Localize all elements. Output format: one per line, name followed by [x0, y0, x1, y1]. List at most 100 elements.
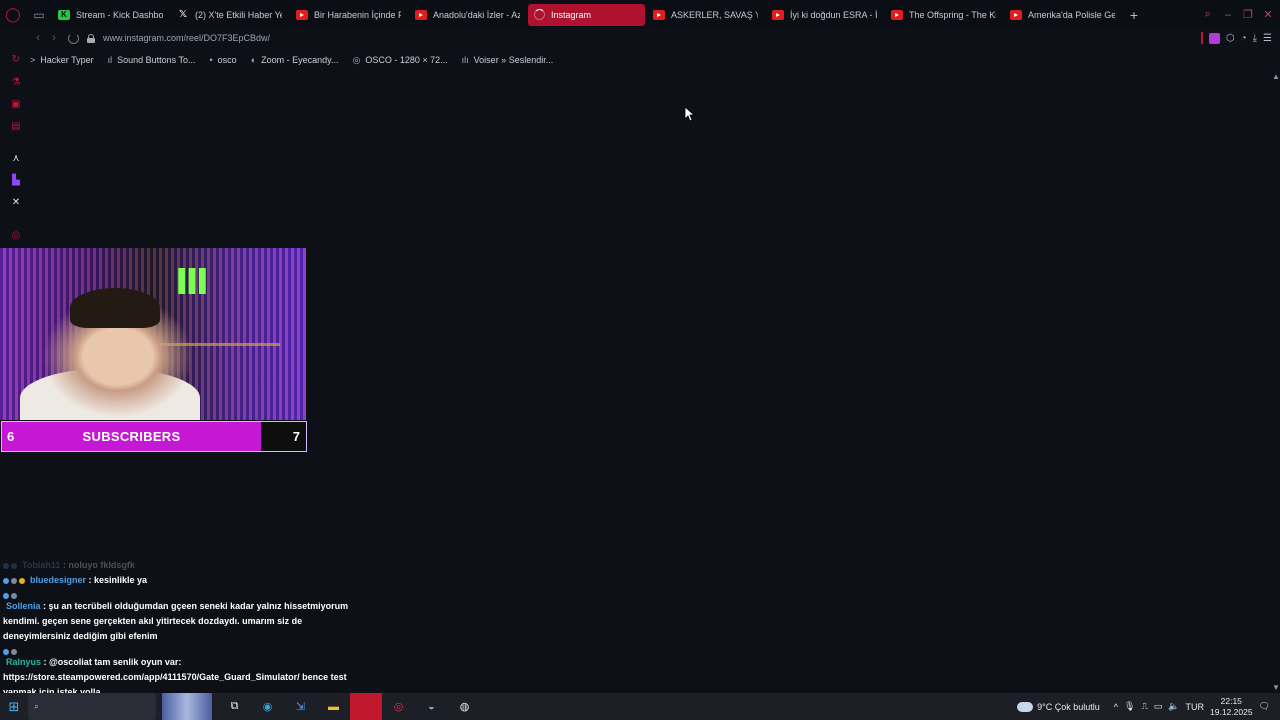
network-icon[interactable]: ▭: [1154, 701, 1163, 712]
browser-tab[interactable]: 𝕏 (2) X'te Etkili Haber Yen...: [171, 4, 288, 26]
weather-widget[interactable]: 9°C Çok bulutlu: [1014, 698, 1100, 712]
tab-label: İyi ki doğdun ESRA - İsm...: [790, 9, 877, 20]
bookmark-label: OSCO - 1280 × 72...: [365, 55, 448, 65]
bookmark-label: Hacker Typer: [40, 55, 94, 65]
scroll-up-icon[interactable]: ▲: [1272, 72, 1280, 81]
chat-overlay: Tobiah11 : noluyo fkldsgfk bluedesigner :…: [3, 558, 363, 715]
tabs-icon[interactable]: ▤: [8, 120, 24, 134]
minimize-button[interactable]: –: [1220, 9, 1236, 21]
tab-label: Bir Harabenin İçinde Fili...: [314, 9, 401, 20]
messenger-icon[interactable]: ▣: [8, 98, 24, 112]
download-icon[interactable]: ⤓: [1253, 33, 1257, 44]
bookmark-item[interactable]: ◎ OSCO - 1280 × 72...: [353, 55, 448, 66]
opera-menu-icon[interactable]: ◯: [0, 0, 26, 29]
chat-username: Ralnyus: [6, 657, 42, 667]
app-icon[interactable]: ⇲: [284, 693, 317, 720]
bookmark-icon: >: [30, 55, 36, 65]
notifications-icon[interactable]: 🗨: [1259, 701, 1270, 712]
bookmark-item[interactable]: > Hacker Typer: [30, 55, 94, 65]
tab-label: ASKERLER, SAVAŞ YEM...: [671, 9, 758, 20]
url-field[interactable]: www.instagram.com/reel/DO7F3EpCBdw/: [103, 33, 270, 43]
volume-icon[interactable]: 🔈: [1168, 701, 1179, 712]
x-icon: 𝕏: [178, 9, 188, 20]
taskbar-thumbnail[interactable]: [162, 693, 212, 720]
profile-icon[interactable]: ◔: [1241, 33, 1247, 44]
history-icon[interactable]: ◎: [8, 229, 24, 243]
file-explorer-icon[interactable]: ▬: [317, 693, 350, 720]
browser-tab[interactable]: ASKERLER, SAVAŞ YEM...: [647, 4, 764, 26]
lock-icon[interactable]: [87, 33, 95, 43]
browser-tab[interactable]: Anadolu'daki İzler - Azı...: [409, 4, 526, 26]
workspaces-icon[interactable]: ▭: [26, 0, 52, 29]
browser-tab[interactable]: Bir Harabenin İçinde Fili...: [290, 4, 407, 26]
back-button[interactable]: ‹: [30, 32, 46, 44]
browser-tab[interactable]: Amerika'da Polisle Gece...: [1004, 4, 1121, 26]
mic-icon[interactable]: 🎙: [1124, 701, 1135, 712]
chat-message: Tobiah11 : noluyo fkldsgfk: [3, 558, 363, 573]
divider: [1200, 32, 1203, 44]
forward-button[interactable]: ›: [46, 32, 62, 44]
taskbar: ⊞ ⌕ ⧉ ◉ ⇲ ▬ ◎ ◒ ◍ 9°C Çok bulutlu ^ 🎙 ⎍ …: [0, 693, 1280, 720]
date: 19.12.2025: [1210, 706, 1253, 717]
badge-icon: [3, 578, 9, 584]
time: 22:15: [1220, 695, 1242, 706]
aria-icon[interactable]: ⚗: [8, 76, 24, 90]
clock[interactable]: 22:15 19.12.2025: [1210, 696, 1253, 718]
close-button[interactable]: ✕: [1260, 8, 1276, 21]
tab-strip: ◯ ▭ K Stream - Kick Dashboard 𝕏 (2) X'te Et…: [0, 0, 1280, 29]
kick-icon[interactable]: ⋏: [8, 152, 24, 166]
badge-icon: [11, 563, 17, 569]
chat-message: bluedesigner : kesinlikle ya: [3, 573, 363, 588]
youtube-icon: [296, 9, 308, 20]
opera-sidebar: ↻ ⚗ ▣ ▤ ⋏ ▙ ✕ ◎: [0, 47, 30, 247]
cloud-icon: [1014, 698, 1034, 712]
browser-tab[interactable]: The Offspring - The Kid...: [885, 4, 1002, 26]
refresh-sidebar-icon[interactable]: ↻: [8, 53, 24, 67]
bookmark-item[interactable]: • osco: [210, 55, 237, 65]
browser-tab[interactable]: İyi ki doğdun ESRA - İsm...: [766, 4, 883, 26]
obs-icon[interactable]: ◍: [448, 693, 481, 720]
bookmark-icon: ıl: [107, 55, 113, 65]
monster-logo: Ⅲ: [175, 261, 210, 302]
browser-tab[interactable]: K Stream - Kick Dashboard: [52, 4, 169, 26]
scroll-down-icon[interactable]: ▼: [1272, 683, 1280, 692]
youtube-icon: [891, 9, 903, 20]
bookmark-icon: ◎: [352, 54, 361, 65]
bookmark-label: Zoom - Eyecandy...: [261, 55, 339, 65]
tab-label: Stream - Kick Dashboard: [76, 9, 163, 20]
kick-icon: K: [58, 9, 70, 20]
start-button[interactable]: ⊞: [0, 693, 28, 720]
loading-icon[interactable]: [68, 32, 79, 44]
twitch-icon[interactable]: ▙: [8, 174, 24, 188]
tab-label: Anadolu'daki İzler - Azı...: [433, 9, 520, 20]
puzzle-icon[interactable]: ⬡: [1226, 33, 1235, 44]
x-icon[interactable]: ✕: [8, 196, 24, 210]
bookmark-item[interactable]: ◐ Zoom - Eyecandy...: [251, 55, 339, 65]
bookmark-item[interactable]: ıl Sound Buttons To...: [108, 55, 196, 65]
easy-setup-icon[interactable]: ☰: [1263, 33, 1272, 44]
search-tabs-icon[interactable]: ⌕: [1200, 8, 1216, 21]
chevron-up-icon[interactable]: ^: [1114, 702, 1118, 712]
weather-text: 9°C Çok bulutlu: [1037, 701, 1100, 712]
bookmark-item[interactable]: ılı Voiser » Seslendir...: [462, 55, 554, 65]
bookmark-label: osco: [217, 55, 237, 65]
extension-icon[interactable]: [1208, 32, 1220, 44]
usb-icon[interactable]: ⎍: [1141, 701, 1147, 712]
bookmark-label: Sound Buttons To...: [117, 55, 196, 65]
maximize-button[interactable]: ❐: [1240, 8, 1256, 21]
taskbar-search[interactable]: ⌕: [28, 693, 156, 720]
edge-icon[interactable]: ◉: [251, 693, 284, 720]
scrollbar[interactable]: ▲ ▼: [1270, 72, 1280, 692]
badge-icon: [11, 578, 17, 584]
app-active-icon[interactable]: [350, 693, 382, 720]
task-view-icon[interactable]: ⧉: [218, 693, 251, 720]
chat-message: Ralnyus : @oscoliat tam senlik oyun var:…: [3, 644, 363, 700]
language-indicator[interactable]: TUR: [1186, 702, 1205, 712]
new-tab-button[interactable]: +: [1123, 7, 1145, 23]
opera-gx-icon[interactable]: ◎: [382, 693, 415, 720]
chat-message: Sollenia : şu an tecrübeli olduğumdan gç…: [3, 588, 363, 644]
browser-tab[interactable]: Instagram: [528, 3, 645, 26]
steam-icon[interactable]: ◒: [415, 693, 448, 720]
toolbar-extensions: ⬡ ◔ ⤓ ☰: [1200, 29, 1272, 47]
subscriber-goal-bar: 6 SUBSCRIBERS 7: [1, 421, 307, 452]
